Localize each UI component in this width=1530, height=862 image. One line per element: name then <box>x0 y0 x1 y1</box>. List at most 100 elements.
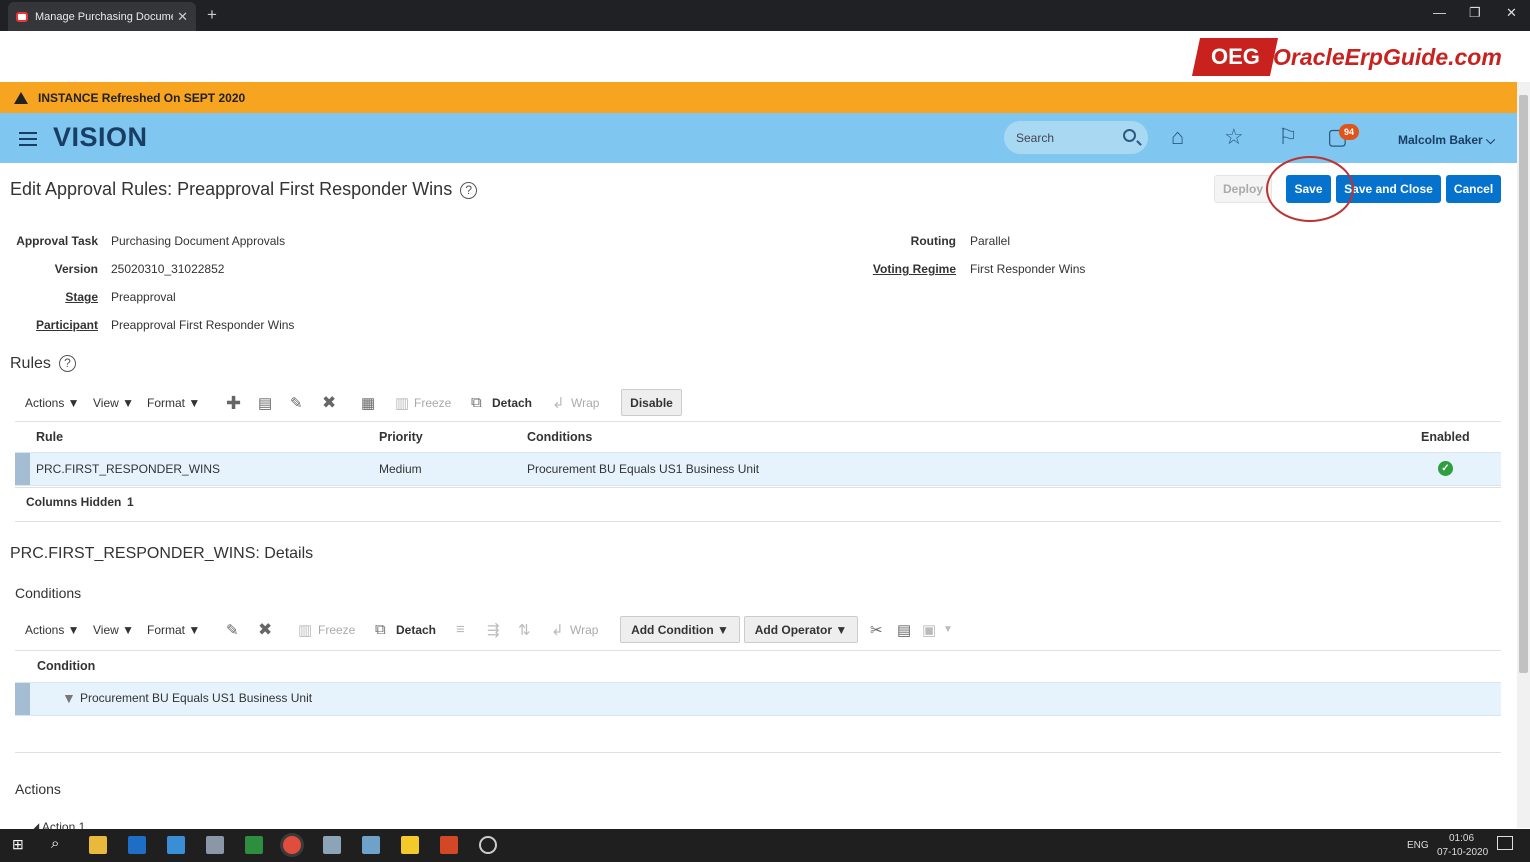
wrap-icon: ↲ <box>551 622 564 639</box>
condition-cell: Procurement BU Equals US1 Business Unit <box>80 691 313 705</box>
filter-icon: ▼ <box>62 690 76 706</box>
restore-button[interactable]: ❐ <box>1469 5 1481 21</box>
voting-regime-value: First Responder Wins <box>970 262 1086 276</box>
paste-menu-caret-icon: ▼ <box>943 624 953 635</box>
close-window-button[interactable]: ✕ <box>1506 5 1517 21</box>
col-enabled[interactable]: Enabled <box>1421 430 1470 444</box>
clock-date[interactable]: 07-10-2020 <box>1437 847 1488 858</box>
tab-title: Manage Purchasing Document A <box>35 10 173 23</box>
duplicate-icon[interactable]: ▤ <box>258 394 272 412</box>
rules-heading-text: Rules <box>10 355 51 372</box>
global-search-input[interactable]: Search <box>1004 121 1148 154</box>
language-indicator[interactable]: ENG <box>1407 840 1429 851</box>
query-by-example-icon[interactable]: ▦ <box>361 394 375 412</box>
routing-label: Routing <box>910 234 956 248</box>
app-icon[interactable] <box>206 836 224 854</box>
delete-condition-icon[interactable]: ✖ <box>258 620 272 640</box>
instance-banner: INSTANCE Refreshed On SEPT 2020 <box>0 82 1517 113</box>
rules-heading: Rules? <box>10 355 76 373</box>
conditions-table-bottom-border <box>15 752 1501 753</box>
col-condition[interactable]: Condition <box>37 659 95 673</box>
col-priority[interactable]: Priority <box>379 430 423 444</box>
clock-time[interactable]: 01:06 <box>1449 833 1474 844</box>
scrollbar-thumb[interactable] <box>1519 95 1528 673</box>
tab-close-icon[interactable]: ✕ <box>177 9 188 25</box>
freeze-icon: ▥ <box>395 395 410 412</box>
rules-format-menu[interactable]: Format ▼ <box>147 396 200 410</box>
version-value: 25020310_31022852 <box>111 262 225 276</box>
copy-icon[interactable]: ▤ <box>897 621 911 639</box>
conditions-format-menu[interactable]: Format ▼ <box>147 623 200 637</box>
col-rule[interactable]: Rule <box>36 430 63 444</box>
help-icon[interactable]: ? <box>460 181 478 199</box>
browser-tab[interactable]: Manage Purchasing Document A ✕ <box>8 2 196 31</box>
watchlist-flag-icon[interactable]: ⚐ <box>1278 126 1298 148</box>
page-title-text: Edit Approval Rules: Preapproval First R… <box>10 179 453 199</box>
stage-label: Stage <box>65 290 98 304</box>
rules-freeze-button: Freeze <box>414 396 452 410</box>
action-center-icon[interactable] <box>1497 836 1513 850</box>
site-logo-text: OracleErpGuide.com <box>1273 44 1502 70</box>
rules-help-icon[interactable]: ? <box>58 355 76 373</box>
action-item-label: Action 1 <box>41 820 86 829</box>
approval-task-label: Approval Task <box>16 234 98 248</box>
warning-icon <box>14 91 28 104</box>
outlook-icon[interactable] <box>128 836 146 854</box>
clock-app-icon[interactable] <box>479 836 497 854</box>
oracle-favicon-icon <box>16 11 28 22</box>
columns-hidden-label: Columns Hidden <box>26 495 122 509</box>
disable-button[interactable]: Disable <box>621 389 682 416</box>
search-icon[interactable]: ⌕ <box>51 835 59 852</box>
rule-name-cell: PRC.FIRST_RESPONDER_WINS <box>36 462 221 476</box>
app-header: VISION Search ⌂ ☆ ⚐ ▢ 94 Malcolm Baker ⌵ <box>0 113 1517 163</box>
rules-view-menu[interactable]: View ▼ <box>93 396 134 410</box>
priority-cell: Medium <box>379 462 422 476</box>
rules-table-top-border <box>15 421 1501 422</box>
chrome-icon[interactable] <box>283 836 301 854</box>
col-conditions[interactable]: Conditions <box>527 430 592 444</box>
add-icon[interactable]: ✚ <box>226 393 241 414</box>
notifications-badge: 94 <box>1339 124 1359 140</box>
cancel-button[interactable]: Cancel <box>1446 175 1501 203</box>
add-condition-button[interactable]: Add Condition ▼ <box>620 616 740 643</box>
conditions-actions-menu[interactable]: Actions ▼ <box>25 623 80 637</box>
powerpoint-icon[interactable] <box>440 836 458 854</box>
cut-icon[interactable]: ✂ <box>870 621 883 639</box>
delete-icon[interactable]: ✖ <box>322 393 336 413</box>
chevron-down-icon: ⌵ <box>1486 133 1496 147</box>
navigator-menu-icon[interactable] <box>19 132 37 146</box>
detach-icon[interactable]: ⧉ <box>375 621 386 638</box>
rules-actions-menu[interactable]: Actions ▼ <box>25 396 80 410</box>
conditions-detach-button[interactable]: Detach <box>396 623 436 637</box>
minimize-button[interactable]: — <box>1433 5 1446 20</box>
user-menu[interactable]: Malcolm Baker ⌵ <box>1398 133 1495 148</box>
detach-icon[interactable]: ⧉ <box>471 394 482 411</box>
new-tab-button[interactable]: + <box>207 5 217 25</box>
search-icon[interactable] <box>1123 129 1136 142</box>
rules-detach-button[interactable]: Detach <box>492 396 532 410</box>
wrap-icon: ↲ <box>552 395 565 412</box>
browser-titlebar: Manage Purchasing Document A ✕ + — ❐ ✕ <box>0 0 1530 31</box>
edit-pencil-icon[interactable]: ✎ <box>290 394 303 412</box>
favorites-star-icon[interactable]: ☆ <box>1224 126 1244 148</box>
app-icon[interactable] <box>323 836 341 854</box>
mail-icon[interactable] <box>167 836 185 854</box>
file-explorer-icon[interactable] <box>89 836 107 854</box>
banner-text: INSTANCE Refreshed On SEPT 2020 <box>38 90 246 105</box>
add-operator-button[interactable]: Add Operator ▼ <box>744 616 858 643</box>
excel-icon[interactable] <box>245 836 263 854</box>
deploy-button[interactable]: Deploy <box>1214 175 1272 203</box>
oeg-logo-text: OEG <box>1210 44 1260 69</box>
home-icon[interactable]: ⌂ <box>1171 126 1184 148</box>
conditions-view-menu[interactable]: View ▼ <box>93 623 134 637</box>
row-selector[interactable] <box>15 453 30 485</box>
windows-start-icon[interactable]: ⊞ <box>12 837 26 851</box>
vision-logo[interactable]: VISION <box>53 122 148 153</box>
app-icon[interactable] <box>362 836 380 854</box>
page-title: Edit Approval Rules: Preapproval First R… <box>10 179 478 200</box>
sticky-notes-icon[interactable] <box>401 836 419 854</box>
action-item[interactable]: ◢ Action 1 <box>30 820 85 829</box>
row-selector[interactable] <box>15 683 30 715</box>
edit-condition-icon[interactable]: ✎ <box>226 621 239 639</box>
enabled-check-icon: ✓ <box>1438 461 1453 476</box>
